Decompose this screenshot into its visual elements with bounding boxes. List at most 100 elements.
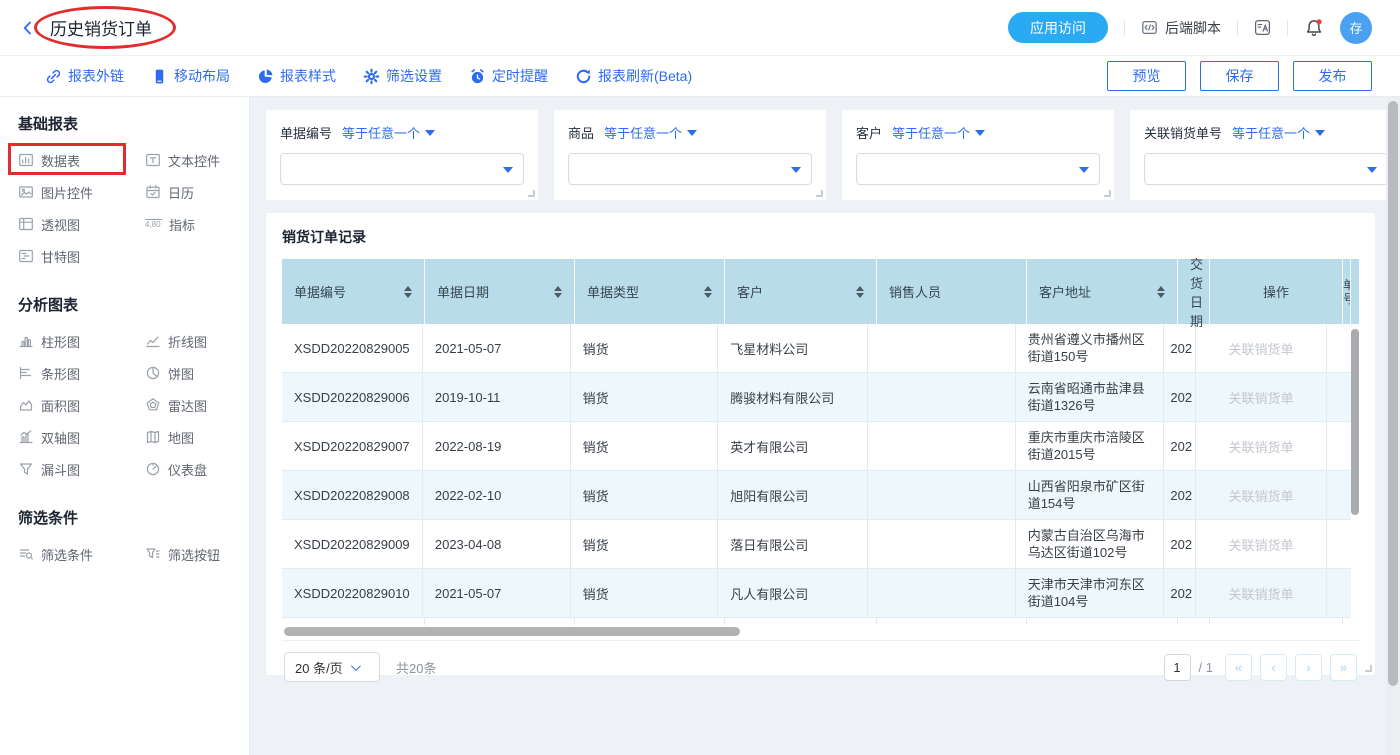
sidebar-item-gantt[interactable]: 甘特图: [18, 240, 145, 272]
publish-button[interactable]: 发布: [1293, 61, 1372, 91]
scrollbar-thumb[interactable]: [1388, 101, 1398, 686]
sort-icon[interactable]: [554, 286, 562, 298]
page-vertical-scrollbar[interactable]: [1386, 97, 1400, 755]
cell-date: 2021-05-07: [423, 569, 571, 618]
filter-operator-dropdown[interactable]: 等于任意一个: [342, 123, 435, 142]
app-access-button[interactable]: 应用访问: [1008, 12, 1108, 43]
column-header-order-no[interactable]: 单据编号: [282, 259, 425, 324]
bar-chart-icon: [18, 365, 34, 381]
table-row[interactable]: XSDD20220829009 2023-04-08 销货 落日有限公司 内蒙古…: [282, 520, 1351, 569]
horizontal-scrollbar-thumb[interactable]: [284, 627, 740, 636]
table-vertical-scrollbar[interactable]: [1351, 329, 1359, 515]
cell-address: 天津市天津市河东区街道104号: [1016, 569, 1165, 618]
table-row[interactable]: XSDD20220829006 2019-10-11 销货 腾骏材料有限公司 云…: [282, 373, 1351, 422]
related-sales-order-link[interactable]: 关联销货单: [1196, 422, 1327, 471]
mobile-layout-item[interactable]: 移动布局: [151, 66, 230, 86]
column-header-customer[interactable]: 客户: [725, 259, 877, 324]
back-icon[interactable]: [20, 20, 36, 36]
cell-delivery-date: 202: [1164, 373, 1196, 422]
resize-handle[interactable]: [528, 190, 535, 197]
prev-page-button[interactable]: ‹: [1260, 654, 1287, 681]
sidebar-item-column-chart[interactable]: 柱形图: [18, 325, 145, 357]
scheduled-reminder-item[interactable]: 定时提醒: [469, 66, 548, 86]
related-sales-order-link[interactable]: 关联销货单: [1196, 569, 1327, 618]
sort-icon[interactable]: [404, 286, 412, 298]
sidebar-item-image-widget[interactable]: 图片控件: [18, 176, 145, 208]
sidebar-item-bar-chart[interactable]: 条形图: [18, 357, 145, 389]
next-page-button[interactable]: ›: [1295, 654, 1322, 681]
sidebar-item-data-table[interactable]: 数据表: [18, 144, 145, 176]
related-sales-order-link[interactable]: 关联销货单: [1196, 324, 1327, 373]
related-sales-order-link[interactable]: 关联销货单: [1196, 373, 1327, 422]
filter-operator-dropdown[interactable]: 等于任意一个: [1232, 123, 1325, 142]
sort-icon[interactable]: [704, 286, 712, 298]
column-header-address[interactable]: 客户地址: [1027, 259, 1178, 324]
filter-value-select[interactable]: [568, 153, 812, 185]
filter-operator-dropdown[interactable]: 等于任意一个: [604, 123, 697, 142]
sidebar-item-calendar[interactable]: 日历: [145, 176, 249, 208]
table-row[interactable]: XSDD20220829008 2022-02-10 销货 旭阳有限公司 山西省…: [282, 471, 1351, 520]
resize-handle[interactable]: [1104, 190, 1111, 197]
caret-down-icon: [1367, 167, 1377, 173]
page-size-value: 20 条/页: [295, 658, 343, 677]
sidebar-item-text-widget[interactable]: 文本控件: [145, 144, 249, 176]
column-header-salesperson[interactable]: 销售人员: [877, 259, 1027, 324]
sort-icon[interactable]: [1157, 286, 1165, 298]
page-size-select[interactable]: 20 条/页: [284, 652, 380, 682]
last-page-button[interactable]: »: [1330, 654, 1357, 681]
preview-button[interactable]: 预览: [1107, 61, 1186, 91]
table-row[interactable]: XSDD20220829010 2021-05-07 销货 凡人有限公司 天津市…: [282, 569, 1351, 618]
column-header-type[interactable]: 单据类型: [575, 259, 725, 324]
data-table-icon: [18, 152, 34, 168]
page-number-input[interactable]: [1164, 654, 1191, 681]
table-horizontal-scrollbar[interactable]: [282, 626, 1351, 638]
column-header-delivery-date[interactable]: 交货日期: [1178, 259, 1210, 324]
avatar[interactable]: 存: [1340, 12, 1372, 44]
sidebar-item-radar-chart[interactable]: 雷达图: [145, 389, 249, 421]
column-header-date[interactable]: 单据日期: [425, 259, 575, 324]
cell-type: 销货: [571, 324, 719, 373]
sidebar-item-filter-condition[interactable]: 筛选条件: [18, 538, 145, 570]
sidebar-item-label: 筛选条件: [41, 545, 93, 564]
filter-operator-dropdown[interactable]: 等于任意一个: [892, 123, 985, 142]
top-bar: 历史销货订单 应用访问 后端脚本 存: [0, 0, 1400, 56]
related-sales-order-link[interactable]: 关联销货单: [1196, 471, 1327, 520]
report-style-item[interactable]: 报表样式: [257, 66, 336, 86]
scheduled-reminder-label: 定时提醒: [492, 66, 548, 86]
notification-bell-icon[interactable]: [1304, 18, 1324, 38]
cell-delivery-date: 202: [1164, 422, 1196, 471]
sidebar-item-gauge[interactable]: 仪表盘: [145, 453, 249, 485]
report-refresh-item[interactable]: 报表刷新(Beta): [575, 66, 692, 86]
translate-icon[interactable]: [1254, 19, 1271, 36]
sidebar-item-metric[interactable]: 4,80 指标: [145, 208, 249, 240]
cell-customer: 飞星材料公司: [718, 324, 868, 373]
sidebar-item-dual-axis-chart[interactable]: 双轴图: [18, 421, 145, 453]
filter-settings-item[interactable]: 筛选设置: [363, 66, 442, 86]
filter-value-select[interactable]: [856, 153, 1100, 185]
sidebar-item-map[interactable]: 地图: [145, 421, 249, 453]
caret-down-icon: [503, 167, 513, 173]
filter-value-select[interactable]: [280, 153, 524, 185]
sidebar-item-line-chart[interactable]: 折线图: [145, 325, 249, 357]
report-external-link-item[interactable]: 报表外链: [45, 66, 124, 86]
pagination-bar: 20 条/页 共20条 / 1 « ‹ › »: [282, 640, 1359, 682]
report-external-link-label: 报表外链: [68, 66, 124, 86]
cell-delivery-date: 202: [1164, 569, 1196, 618]
table-row-partial: [282, 618, 1351, 625]
table-row[interactable]: XSDD20220829005 2021-05-07 销货 飞星材料公司 贵州省…: [282, 324, 1351, 373]
save-button[interactable]: 保存: [1200, 61, 1279, 91]
sort-icon[interactable]: [856, 286, 864, 298]
sidebar-item-pie-chart[interactable]: 饼图: [145, 357, 249, 389]
sidebar-item-area-chart[interactable]: 面积图: [18, 389, 145, 421]
resize-handle[interactable]: [1365, 665, 1372, 672]
sidebar-item-funnel-chart[interactable]: 漏斗图: [18, 453, 145, 485]
first-page-button[interactable]: «: [1225, 654, 1252, 681]
filter-value-select[interactable]: [1144, 153, 1388, 185]
data-table: 单据编号 单据日期 单据类型 客户 销售人员 客户地址 交货日期 操作 单号 X…: [282, 259, 1359, 638]
sidebar-item-pivot[interactable]: 透视图: [18, 208, 145, 240]
resize-handle[interactable]: [816, 190, 823, 197]
table-row[interactable]: XSDD20220829007 2022-08-19 销货 英才有限公司 重庆市…: [282, 422, 1351, 471]
sidebar-item-filter-button[interactable]: 筛选按钮: [145, 538, 249, 570]
related-sales-order-link[interactable]: 关联销货单: [1196, 520, 1327, 569]
backend-script-button[interactable]: 后端脚本: [1141, 18, 1221, 38]
